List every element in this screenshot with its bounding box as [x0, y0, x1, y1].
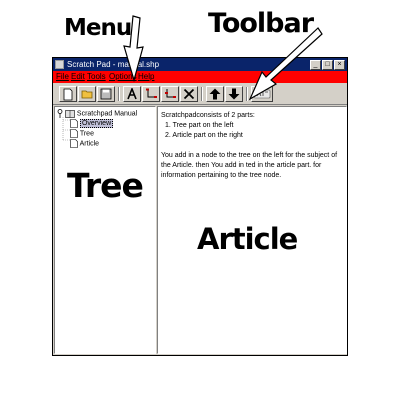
tree-node-label: Tree [79, 130, 94, 138]
document-icon [70, 119, 78, 128]
toolbar [53, 84, 347, 105]
delete-icon [183, 88, 195, 100]
move-up-button[interactable] [206, 86, 224, 102]
menu-tools[interactable]: Tools [87, 71, 106, 83]
menu-options[interactable]: Options [109, 71, 137, 83]
book-icon [65, 109, 75, 118]
expand-pin-icon [57, 109, 63, 118]
about-button[interactable] [251, 86, 273, 102]
minimize-button[interactable]: _ [310, 60, 321, 70]
tree-callout-label: Tree [67, 166, 144, 205]
article-intro: Scratchpadconsists of 2 parts: [161, 112, 255, 119]
toolbar-separator [246, 87, 248, 101]
about-icon [253, 89, 271, 99]
font-button[interactable] [123, 86, 141, 102]
tree-node-label: Scratchpad Manual [76, 110, 138, 118]
window-title: Scratch Pad - manual.shp [67, 60, 160, 69]
tree-node-label: Overview [79, 119, 114, 129]
add-sibling-node-icon [164, 89, 176, 98]
add-sibling-node-button[interactable] [161, 86, 179, 102]
tree-node-overview[interactable]: Overview [70, 119, 114, 129]
document-icon [70, 139, 78, 148]
tree-node-label: Article [79, 140, 100, 148]
save-button[interactable] [97, 86, 115, 102]
article-text[interactable]: Scratchpadconsists of 2 parts: 1. Tree p… [161, 111, 345, 181]
toolbar-separator [118, 87, 120, 101]
menu-callout-label: Menu [64, 15, 132, 41]
tree-pane[interactable]: Scratchpad Manual Overview Tree Article [54, 106, 156, 354]
move-down-icon [228, 88, 240, 100]
menu-help[interactable]: Help [138, 71, 154, 83]
scratchpad-window: Scratch Pad - manual.shp _ □ × File Edit… [52, 57, 348, 356]
move-up-icon [209, 88, 221, 100]
document-icon [70, 129, 78, 138]
app-icon [55, 60, 64, 69]
move-down-button[interactable] [225, 86, 243, 102]
tree-node-root[interactable]: Scratchpad Manual [57, 109, 137, 118]
title-bar[interactable]: Scratch Pad - manual.shp _ □ × [53, 58, 347, 71]
open-button[interactable] [78, 86, 96, 102]
article-list-item: 1. Tree part on the left [165, 122, 234, 129]
toolbar-separator [201, 87, 203, 101]
add-child-node-icon [145, 88, 157, 98]
save-icon [100, 88, 112, 100]
new-icon [63, 88, 73, 100]
menu-file[interactable]: File [56, 71, 69, 83]
close-button[interactable]: × [334, 60, 345, 70]
new-button[interactable] [59, 86, 77, 102]
maximize-button[interactable]: □ [322, 60, 333, 70]
menu-edit[interactable]: Edit [71, 71, 85, 83]
menu-bar: File Edit Tools Options Help [53, 71, 347, 83]
article-callout-label: Article [197, 222, 298, 256]
toolbar-callout-label: Toolbar [208, 8, 314, 39]
tree-node-article[interactable]: Article [70, 139, 99, 148]
delete-button[interactable] [180, 86, 198, 102]
tree-node-tree[interactable]: Tree [70, 129, 94, 138]
article-body: You add in a node to the tree on the lef… [161, 152, 338, 179]
font-icon [127, 88, 137, 100]
open-icon [81, 90, 92, 99]
article-list-item: 2. Article part on the right [165, 132, 243, 139]
add-child-node-button[interactable] [142, 86, 160, 102]
